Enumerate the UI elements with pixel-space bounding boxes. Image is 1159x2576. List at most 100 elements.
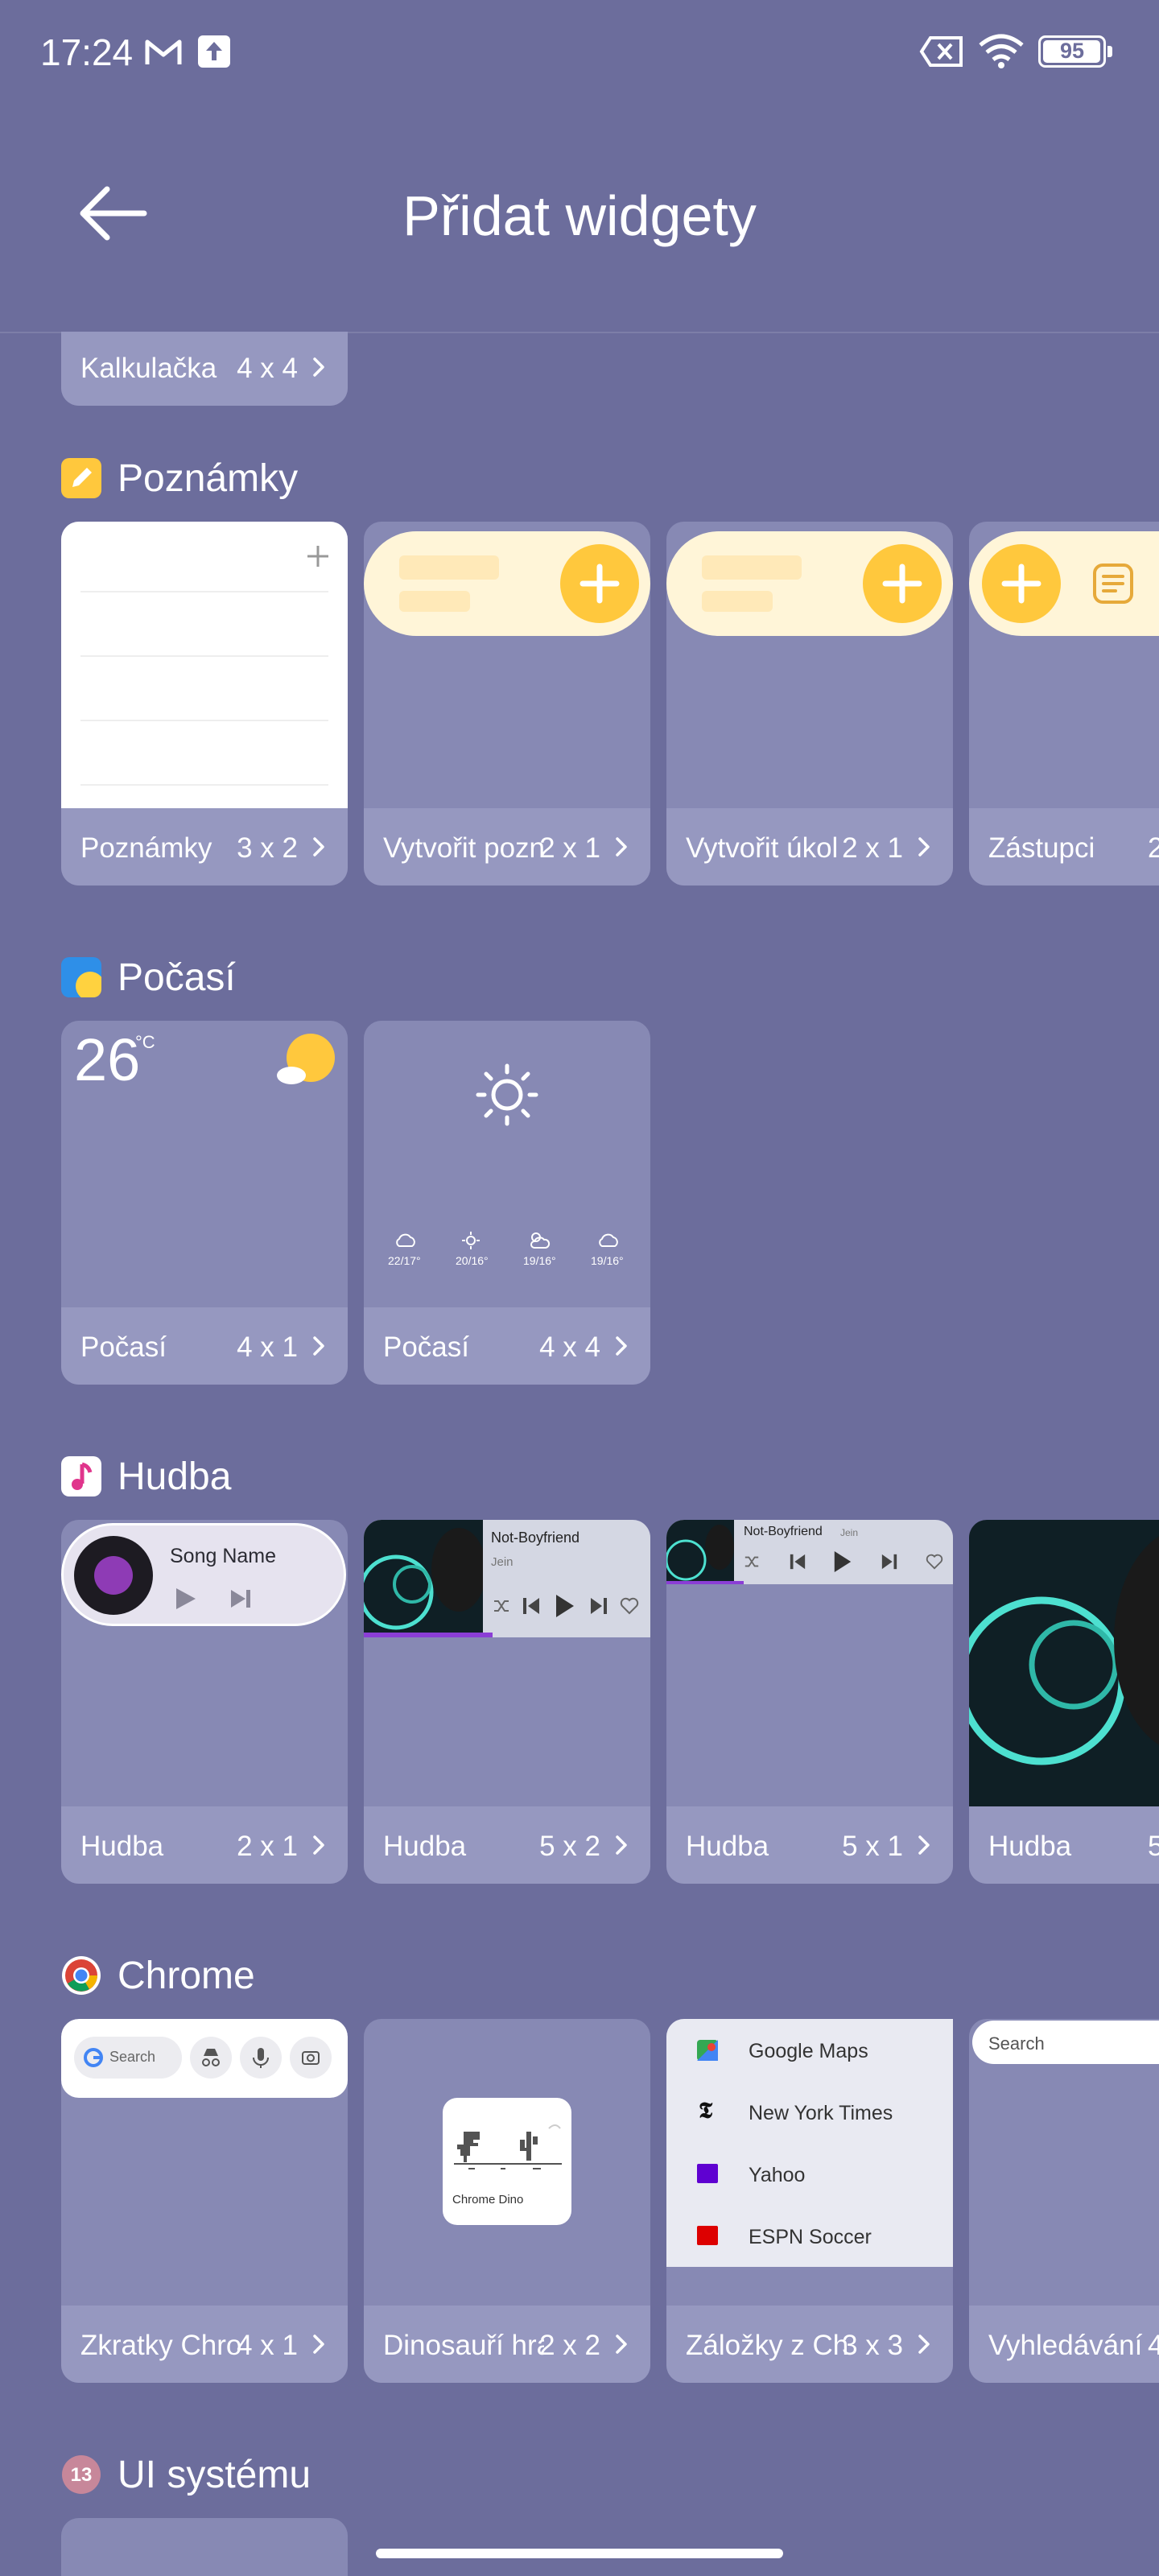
previous-icon[interactable]	[522, 1596, 541, 1616]
espn-icon	[697, 2226, 718, 2245]
incognito-button[interactable]	[190, 2037, 232, 2079]
shuffle-icon[interactable]	[493, 1597, 510, 1615]
widget-card-chrome-search[interactable]: Search Vyhledávání 4	[969, 2019, 1159, 2383]
widget-card-create-task[interactable]: Vytvořit úkol 2 x 1	[666, 522, 953, 886]
widget-card-music-2x1[interactable]: Song Name Hudba 2 x 1	[61, 1520, 348, 1884]
chevron-right-icon	[616, 837, 627, 857]
next-icon[interactable]	[589, 1596, 608, 1616]
chevron-right-icon	[918, 1835, 930, 1855]
widget-card-dino-game[interactable]: Chrome Dino Dinosauří hra 2 x 2	[364, 2019, 650, 2383]
chevron-right-icon	[313, 2334, 324, 2354]
forecast-temp: 22/17°	[388, 1254, 421, 1267]
forecast-temp: 19/16°	[523, 1254, 556, 1267]
upload-icon	[198, 35, 230, 68]
app-bar: Přidat widgety	[0, 105, 1159, 333]
album-art-image	[969, 1520, 1159, 1806]
widget-name: Počasí	[80, 1331, 167, 1363]
widget-card-weather-4x1[interactable]: 26 °C Počasí 4 x 1	[61, 1021, 348, 1385]
section-header-music: Hudba	[61, 1452, 231, 1501]
widget-name: Počasí	[383, 1331, 469, 1363]
bookmark-item[interactable]: 𝕿 New York Times	[666, 2081, 953, 2143]
widget-name: Hudba	[383, 1831, 467, 1862]
sun-cloud-icon	[277, 1034, 335, 1084]
widget-name: Vyhledávání	[988, 2330, 1143, 2361]
battery-level: 95	[1059, 39, 1085, 63]
lens-button[interactable]	[290, 2037, 332, 2079]
widget-size: 4 x 1	[237, 2330, 298, 2361]
widget-card-chrome-bookmarks[interactable]: Google Maps 𝕿 New York Times Yahoo ESPN …	[666, 2019, 953, 2383]
heart-icon[interactable]	[620, 1597, 639, 1615]
section-header-notes: Poznámky	[61, 454, 298, 502]
cloud-icon	[396, 1233, 415, 1247]
widget-size: 2 x 1	[237, 1831, 298, 1862]
status-time: 17:24	[40, 31, 134, 73]
gmail-icon	[145, 39, 182, 64]
add-circle-icon	[560, 544, 639, 623]
widget-size: 2 x 1	[842, 832, 903, 864]
no-sim-icon	[919, 36, 963, 67]
chevron-right-icon	[918, 837, 930, 857]
temperature: 26	[74, 1026, 141, 1093]
dino-icon	[454, 2124, 562, 2169]
next-icon[interactable]	[229, 1588, 252, 1609]
search-placeholder: Search	[109, 2049, 156, 2065]
widget-card-weather-4x4[interactable]: 22/17° 20/16° 19/16° 19/16° Počasí 4 x 4	[364, 1021, 650, 1385]
cloud-icon-2	[599, 1233, 618, 1247]
widget-name: Kalkulačka	[80, 353, 217, 384]
widget-card-chrome-shortcuts[interactable]: Search Zkratky Chro 4 x 1	[61, 2019, 348, 2383]
widget-list[interactable]: Kalkulačka 4 x 4 Poznámky Poznámky 3 x 2	[0, 332, 1159, 2576]
voice-search-button[interactable]	[240, 2037, 282, 2079]
search-bar[interactable]: Search	[972, 2021, 1159, 2064]
album-disc-icon	[74, 1536, 153, 1615]
bookmark-item[interactable]: Google Maps	[666, 2019, 953, 2081]
bookmark-item[interactable]: Yahoo	[666, 2143, 953, 2205]
widget-size: 3 x 2	[237, 832, 298, 864]
bookmark-item[interactable]: ESPN Soccer	[666, 2205, 953, 2267]
microphone-icon	[253, 2048, 269, 2068]
partly-cloudy-icon	[530, 1232, 551, 1249]
search-placeholder: Search	[988, 2033, 1045, 2054]
widget-size: 5	[1148, 1831, 1159, 1862]
section-header-system-ui: 13 UI systému	[61, 2450, 311, 2499]
widget-name: Poznámky	[80, 832, 212, 864]
heart-icon[interactable]	[926, 1554, 943, 1570]
camera-icon	[302, 2051, 320, 2065]
shuffle-icon[interactable]	[744, 1554, 760, 1570]
play-icon[interactable]	[832, 1549, 853, 1575]
search-box[interactable]: Search	[74, 2037, 182, 2079]
wifi-icon	[979, 34, 1024, 68]
widget-card-system-ui[interactable]	[61, 2518, 348, 2576]
widget-card-calculator[interactable]: Kalkulačka 4 x 4	[61, 332, 348, 406]
chevron-right-icon	[616, 1336, 627, 1356]
chevron-right-icon	[616, 2334, 627, 2354]
dino-widget: Chrome Dino	[443, 2098, 571, 2225]
widget-card-create-note[interactable]: Vytvořit pozn 2 x 1	[364, 522, 650, 886]
track-title: Not-Boyfriend	[744, 1525, 823, 1538]
google-maps-icon	[697, 2040, 718, 2061]
widget-card-music-5x1[interactable]: Not-Boyfriend Jein Hudba 5 x 1	[666, 1520, 953, 1884]
widget-name: Hudba	[80, 1831, 164, 1862]
track-artist: Jein	[840, 1527, 859, 1538]
album-art-image	[364, 1520, 483, 1637]
progress-bar	[666, 1581, 744, 1584]
widget-size: 5 x 2	[539, 1831, 600, 1862]
note-list-icon	[1093, 564, 1133, 604]
battery-icon: 95	[1038, 35, 1112, 68]
section-title: Chrome	[118, 1954, 255, 1997]
widget-card-notes[interactable]: Poznámky 3 x 2	[61, 522, 348, 886]
widget-card-music-5x2[interactable]: Not-Boyfriend Jein Hudba 5 x 2	[364, 1520, 650, 1884]
widget-name: Vytvořit pozn	[383, 832, 546, 864]
widget-name: Vytvořit úkol	[686, 832, 839, 864]
section-title: Poznámky	[118, 456, 299, 500]
home-indicator[interactable]	[376, 2549, 783, 2558]
next-icon[interactable]	[881, 1552, 898, 1571]
section-title: Hudba	[118, 1455, 232, 1498]
widget-card-music-5x5[interactable]: Hudba 5	[969, 1520, 1159, 1884]
previous-icon[interactable]	[789, 1552, 806, 1571]
widget-size: 2 x 1	[539, 832, 600, 864]
widget-size: 4	[1148, 2330, 1159, 2361]
widget-card-shortcuts[interactable]: Zástupci 2	[969, 522, 1159, 886]
play-icon[interactable]	[175, 1587, 197, 1611]
add-circle-icon	[863, 544, 942, 623]
play-icon[interactable]	[554, 1592, 576, 1620]
